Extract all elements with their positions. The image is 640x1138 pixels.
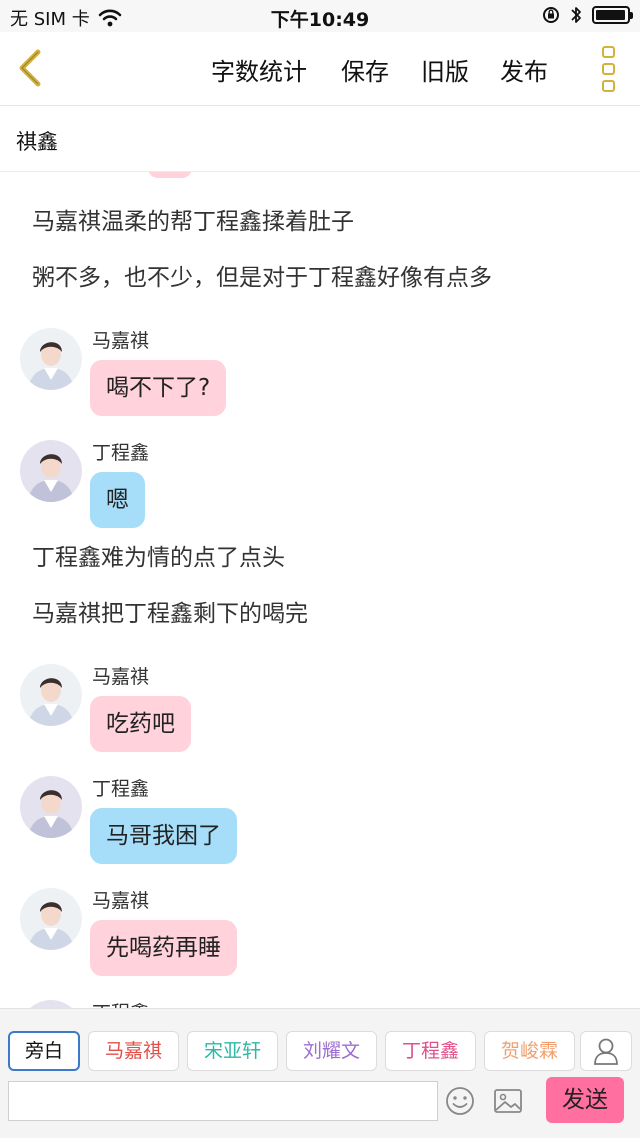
narration-text: 丁程鑫难为情的点了点头 — [32, 545, 285, 571]
battery-icon — [592, 6, 633, 24]
role-chip[interactable]: 宋亚轩 — [187, 1031, 278, 1071]
sender-name: 马嘉祺 — [92, 330, 150, 352]
more-menu-button[interactable] — [600, 46, 616, 92]
message-input[interactable] — [8, 1081, 438, 1121]
message-bubble[interactable]: 马哥我困了 — [90, 808, 237, 864]
message-bubble[interactable]: 先喝药再睡 — [90, 920, 237, 976]
sender-name: 马嘉祺 — [92, 890, 150, 912]
add-role-button[interactable] — [580, 1031, 632, 1071]
avatar[interactable] — [20, 328, 82, 390]
save-button[interactable]: 保存 — [341, 52, 389, 87]
message-bubble[interactable]: 喝不下了? — [90, 360, 227, 416]
old-version-button[interactable]: 旧版 — [421, 52, 469, 87]
narration-text: 马嘉祺把丁程鑫剩下的喝完 — [32, 601, 308, 627]
avatar[interactable] — [20, 664, 82, 726]
role-chip[interactable]: 刘耀文 — [286, 1031, 377, 1071]
chat-message[interactable]: 马嘉祺 先喝药再睡 — [20, 888, 620, 998]
role-chip[interactable]: 丁程鑫 — [385, 1031, 476, 1071]
word-count-button[interactable]: 字数统计 — [211, 52, 307, 87]
smiley-icon — [446, 1087, 474, 1115]
orientation-lock-icon — [543, 7, 559, 23]
avatar[interactable] — [20, 776, 82, 838]
publish-button[interactable]: 发布 — [500, 52, 548, 87]
send-button[interactable]: 发送 — [546, 1077, 624, 1123]
avatar-photo — [20, 888, 82, 950]
image-button[interactable] — [492, 1085, 524, 1117]
narration-text: 马嘉祺温柔的帮丁程鑫揉着肚子 — [32, 209, 354, 235]
more-dot-icon — [601, 63, 615, 75]
chat-message[interactable]: 丁程鑫 — [20, 1000, 620, 1008]
top-navbar: 字数统计 保存 旧版 发布 — [0, 32, 640, 106]
composer-bar: 旁白 马嘉祺 宋亚轩 刘耀文 丁程鑫 贺峻霖 发送 — [0, 1008, 640, 1138]
more-dot-icon — [601, 46, 615, 58]
chevron-left-icon — [19, 49, 41, 87]
avatar[interactable] — [20, 1000, 82, 1008]
person-icon — [594, 1038, 618, 1065]
bluetooth-icon — [571, 7, 581, 23]
status-bar: 无 SIM 卡 下午10:49 — [0, 0, 640, 32]
message-bubble[interactable]: 嗯 — [90, 472, 145, 528]
more-dot-icon — [601, 80, 615, 92]
cut-off-bubble — [148, 172, 192, 178]
role-chip[interactable]: 旁白 — [8, 1031, 80, 1071]
avatar-photo — [20, 664, 82, 726]
avatar-photo — [20, 328, 82, 390]
chat-title-bar: 祺鑫 — [0, 106, 640, 172]
chat-message[interactable]: 丁程鑫嗯 — [20, 440, 620, 550]
avatar[interactable] — [20, 440, 82, 502]
chat-message[interactable]: 马嘉祺喝不下了? — [20, 328, 620, 438]
chat-message[interactable]: 丁程鑫 马哥我困了 — [20, 776, 620, 886]
image-icon — [494, 1089, 522, 1113]
emoji-button[interactable] — [444, 1085, 476, 1117]
chat-message[interactable]: 马嘉祺 吃药吧 — [20, 664, 620, 774]
chat-scroll-area[interactable]: 马嘉祺温柔的帮丁程鑫揉着肚子 粥不多，也不少，但是对于丁程鑫好像有点多 马嘉祺 喝不下… — [0, 172, 640, 1008]
battery-level — [596, 10, 625, 20]
sender-name: 丁程鑫 — [92, 778, 150, 800]
avatar[interactable] — [20, 888, 82, 950]
chat-title[interactable]: 祺鑫 — [16, 126, 58, 156]
narration-text: 粥不多，也不少，但是对于丁程鑫好像有点多 — [32, 265, 492, 291]
role-chip[interactable]: 贺峻霖 — [484, 1031, 575, 1071]
back-button[interactable] — [12, 46, 52, 90]
sender-name: 丁程鑫 — [92, 442, 150, 464]
sender-name: 马嘉祺 — [92, 666, 150, 688]
chat-editor-screen: 无 SIM 卡 下午10:49 字数统计 保存 旧版 发布 祺鑫 马嘉祺温柔的帮… — [0, 0, 640, 1138]
avatar-photo — [20, 776, 82, 838]
status-right — [542, 5, 633, 25]
avatar-photo — [20, 1000, 82, 1008]
avatar-photo — [20, 440, 82, 502]
role-chip[interactable]: 马嘉祺 — [88, 1031, 179, 1071]
message-bubble[interactable]: 吃药吧 — [90, 696, 191, 752]
sender-name: 丁程鑫 — [92, 998, 149, 1008]
